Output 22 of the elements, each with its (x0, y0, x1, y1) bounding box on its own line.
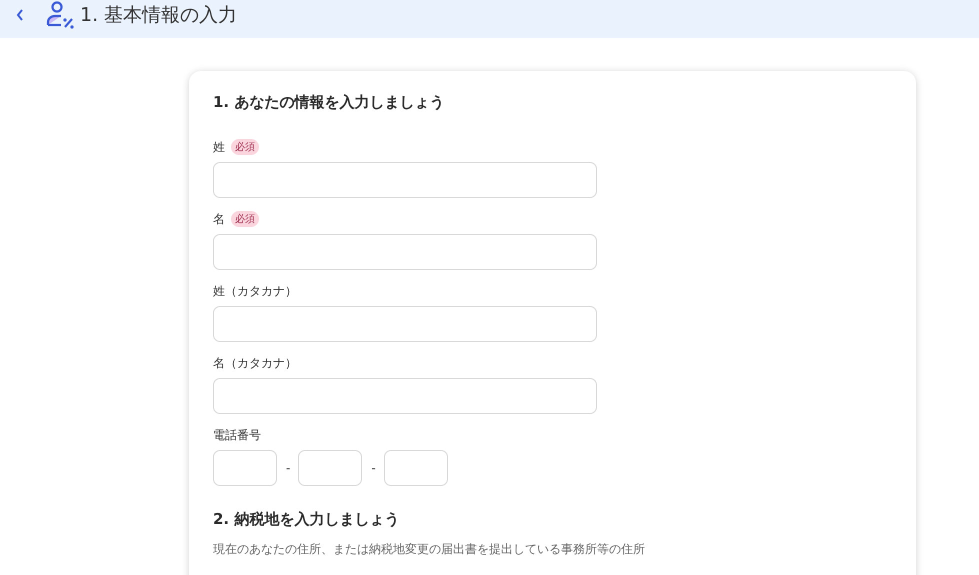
text-field[interactable] (213, 162, 597, 198)
separator-text: - (371, 461, 376, 475)
field-label: 電話番号 (213, 426, 261, 444)
required-badge: 必須 (231, 211, 259, 227)
text-field[interactable] (213, 306, 597, 342)
field-label: 名（カタカナ） (213, 354, 297, 372)
section-description: 現在のあなたの住所、または納税地変更の届出書を提出している事務所等の住所 (213, 541, 646, 558)
phone-field[interactable] (213, 450, 277, 486)
section-title: 2. 納税地を入力しましょう (213, 510, 400, 529)
section-title: 1. あなたの情報を入力しましょう (213, 93, 446, 112)
field-label: 姓（カタカナ） (213, 282, 297, 300)
phone-field[interactable] (298, 450, 362, 486)
back-icon[interactable] (16, 9, 24, 21)
text-field[interactable] (213, 234, 597, 270)
field-label: 姓 (213, 138, 225, 156)
required-badge: 必須 (231, 139, 259, 155)
text-field[interactable] (213, 378, 597, 414)
phone-field[interactable] (384, 450, 448, 486)
separator-text: - (286, 461, 290, 475)
person-icon (44, 0, 74, 30)
page-title: 1. 基本情報の入力 (80, 3, 238, 28)
field-label: 名 (213, 210, 225, 228)
